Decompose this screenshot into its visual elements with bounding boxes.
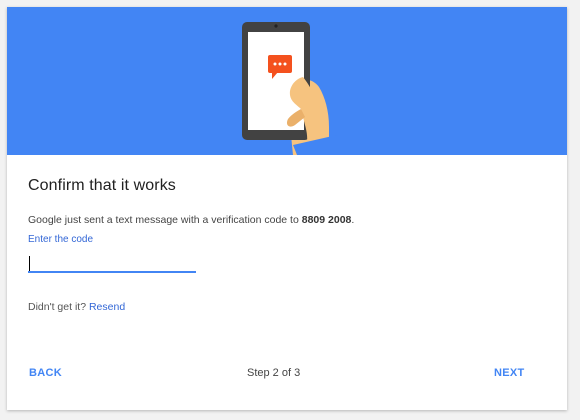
phone-number: 8809 2008 bbox=[301, 214, 352, 226]
resend-prompt: Didn't get it? bbox=[28, 301, 89, 313]
verification-description: Google just sent a text message with a v… bbox=[28, 214, 354, 226]
resend-link[interactable]: Resend bbox=[89, 301, 125, 313]
back-button[interactable]: BACK bbox=[29, 367, 62, 379]
step-indicator: Step 2 of 3 bbox=[247, 367, 301, 379]
resend-row: Didn't get it? Resend bbox=[28, 301, 125, 313]
code-field-label: Enter the code bbox=[28, 234, 94, 245]
verification-code-input[interactable] bbox=[28, 253, 196, 273]
hero-banner bbox=[7, 7, 567, 155]
dialog-title: Confirm that it works bbox=[28, 177, 176, 194]
description-suffix: . bbox=[351, 214, 355, 226]
phone-in-hand-illustration bbox=[242, 22, 343, 155]
verification-dialog: Confirm that it works Google just sent a… bbox=[7, 7, 567, 410]
next-button[interactable]: NEXT bbox=[494, 367, 525, 379]
description-text: Google just sent a text message with a v… bbox=[28, 214, 302, 226]
text-cursor bbox=[29, 256, 30, 271]
